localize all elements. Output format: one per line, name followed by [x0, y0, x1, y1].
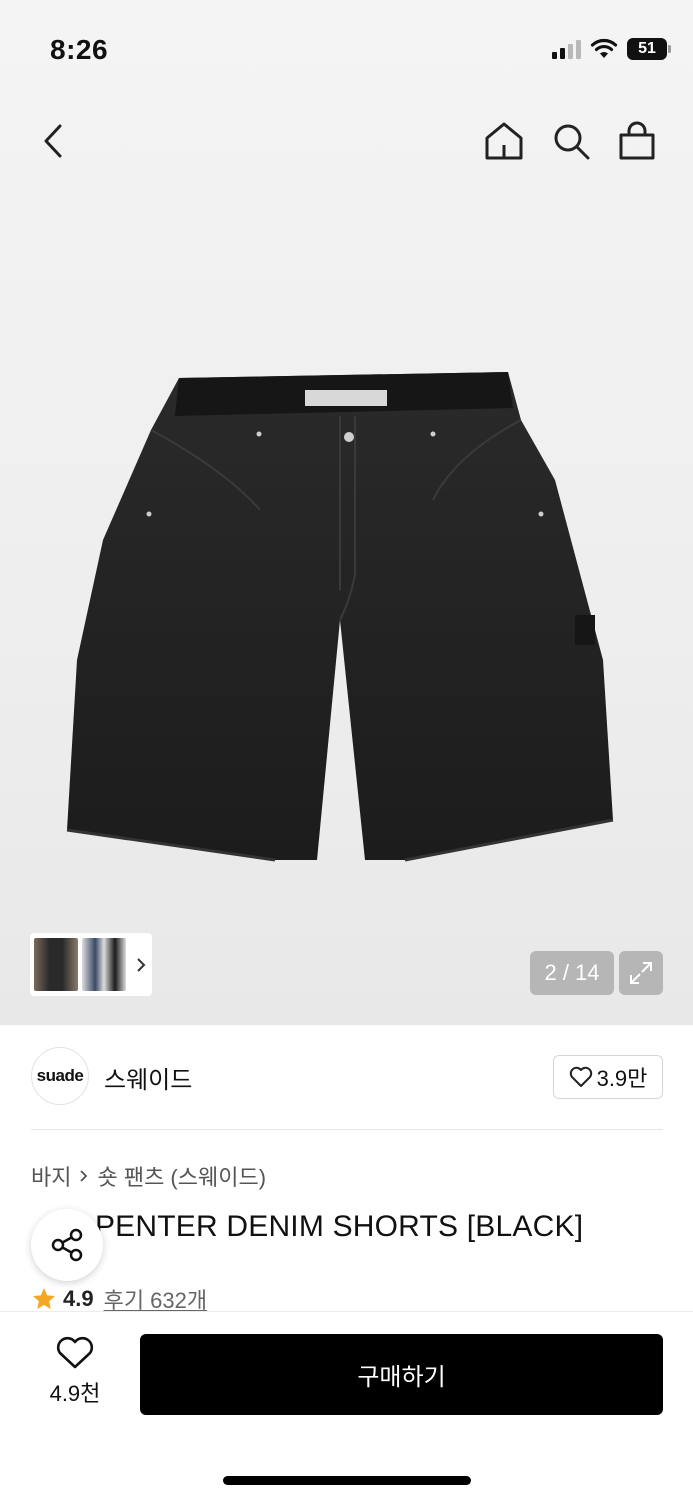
- search-button[interactable]: [546, 116, 596, 166]
- brand-name[interactable]: 스웨이드: [104, 1060, 192, 1095]
- back-button[interactable]: [28, 116, 78, 166]
- wishlist-count: 4.9천: [49, 1381, 101, 1406]
- thumbnail[interactable]: [34, 938, 78, 991]
- divider: [31, 1129, 663, 1130]
- thumbnail-strip[interactable]: [30, 933, 152, 996]
- shopping-bag-icon: [619, 121, 655, 160]
- breadcrumb: 바지 숏 팬츠 (스웨이드): [31, 1160, 266, 1192]
- breadcrumb-item-subcategory[interactable]: 숏 팬츠 (스웨이드): [97, 1160, 266, 1192]
- home-indicator: [223, 1476, 471, 1485]
- image-counter: 2 / 14: [530, 951, 614, 995]
- thumbnail[interactable]: [82, 938, 126, 991]
- heart-outline-icon: [569, 1066, 592, 1087]
- chevron-right-icon: [137, 957, 146, 972]
- home-icon: [485, 122, 523, 160]
- signal-icon: [552, 39, 581, 59]
- product-title: CARPENTER DENIM SHORTS [BLACK]: [31, 1210, 583, 1244]
- wifi-icon: [590, 38, 618, 58]
- wishlist-button[interactable]: 4.9천: [34, 1336, 116, 1408]
- share-icon: [51, 1228, 83, 1262]
- back-icon: [44, 124, 62, 158]
- status-time: 8:26: [50, 34, 109, 65]
- cart-button[interactable]: [612, 116, 662, 166]
- battery-icon: 51: [627, 38, 671, 60]
- rating-score: 4.9: [63, 1286, 94, 1311]
- product-gallery[interactable]: 8:26 51 2 / 14: [0, 0, 693, 1025]
- brand-logo[interactable]: suade: [31, 1047, 89, 1105]
- star-icon: [33, 1288, 55, 1309]
- breadcrumb-item-category[interactable]: 바지: [31, 1160, 71, 1192]
- heart-outline-icon: [56, 1336, 94, 1369]
- battery-level: 51: [638, 40, 656, 57]
- brand-like-button[interactable]: 3.9만: [553, 1055, 663, 1099]
- home-button[interactable]: [479, 116, 529, 166]
- brand-logo-text: suade: [36, 1066, 84, 1085]
- product-title-text: PENTER DENIM SHORTS [BLACK]: [94, 1210, 584, 1243]
- buy-button[interactable]: 구매하기: [140, 1334, 663, 1415]
- chevron-right-icon: [80, 1170, 88, 1182]
- brand-like-count: 3.9만: [596, 1066, 648, 1091]
- search-icon: [554, 124, 590, 160]
- share-button[interactable]: [31, 1209, 103, 1281]
- status-icons: 51: [552, 38, 671, 60]
- product-image: [66, 372, 614, 862]
- expand-icon: [630, 962, 652, 984]
- expand-button[interactable]: [619, 951, 663, 995]
